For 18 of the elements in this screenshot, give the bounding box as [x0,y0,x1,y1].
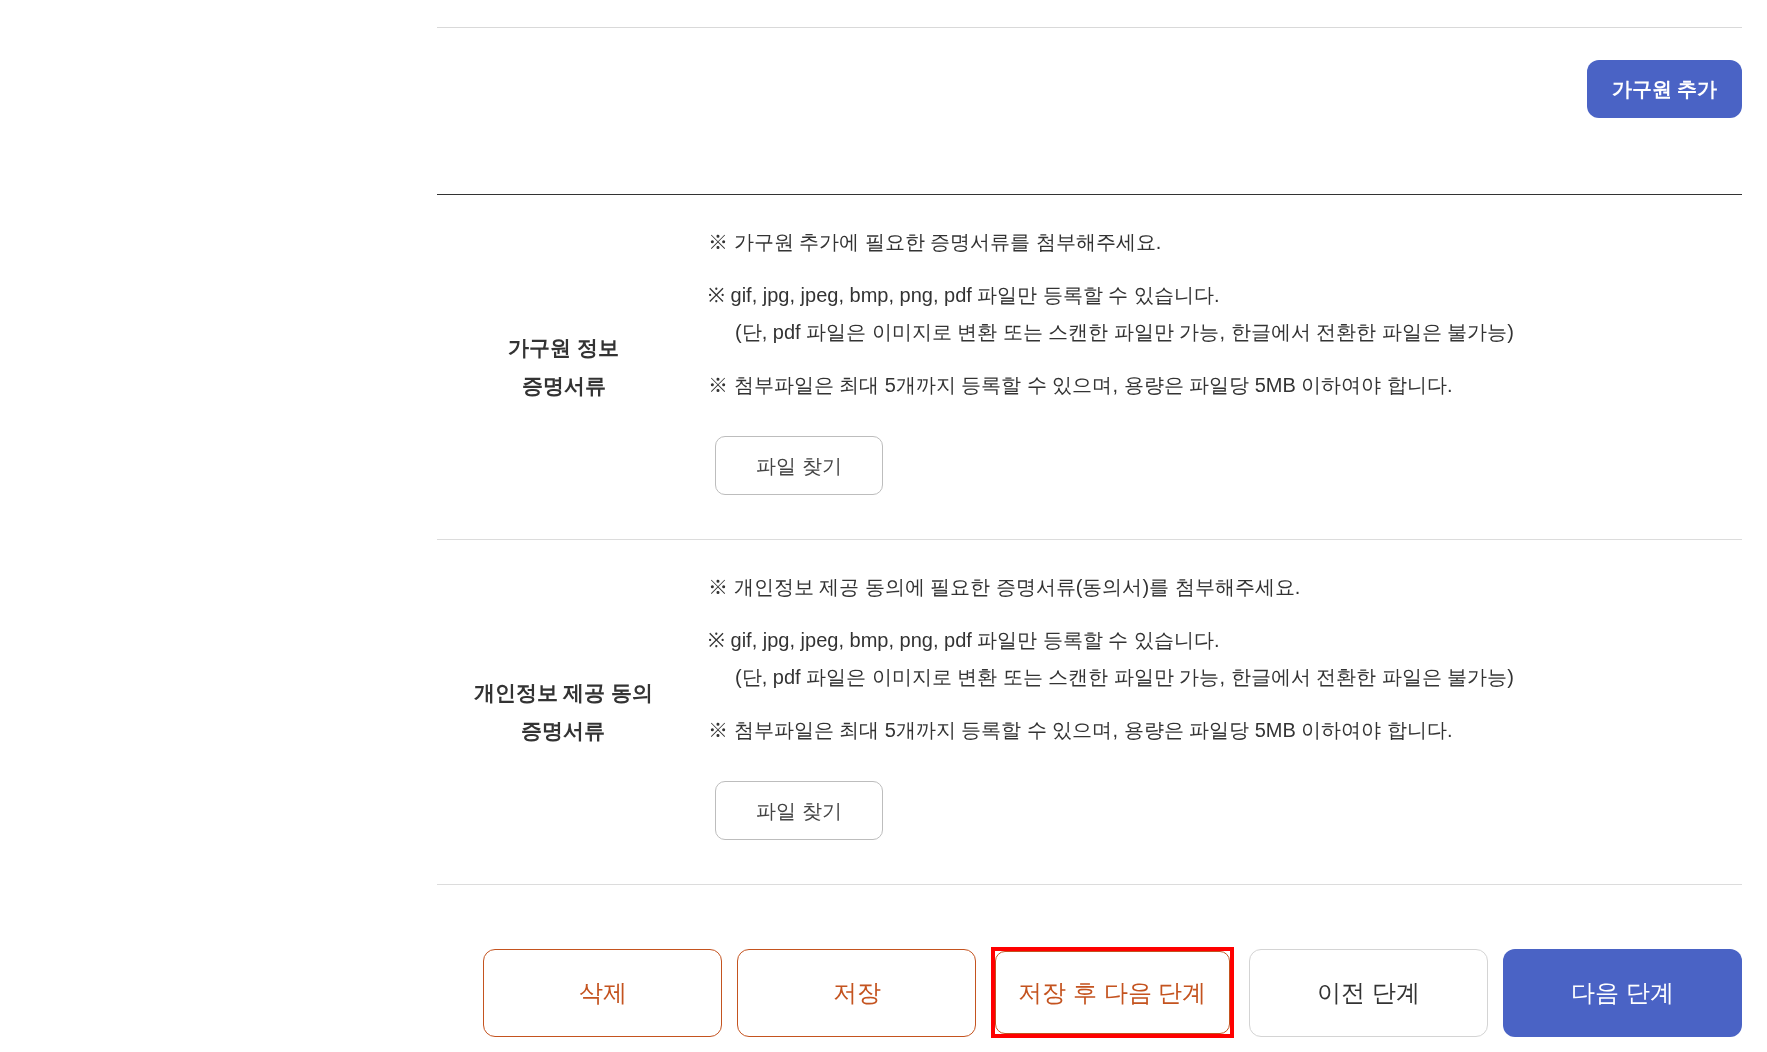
note-text: ※ gif, jpg, jpeg, bmp, png, pdf 파일만 등록할 수 있습니다. [708,628,1220,653]
note-text: ※ 첨부파일은 최대 5개까지 등록할 수 있으며, 용량은 파일당 5MB 이하여야 합니다. [708,718,1453,743]
find-file-button[interactable]: 파일 찾기 [715,781,883,840]
section-label: 개인정보 제공 동의 증명서류 [473,680,654,744]
note-text: ※ 개인정보 제공 동의에 필요한 증명서류(동의서)를 첨부해주세요. [708,575,1301,600]
note-text: ※ gif, jpg, jpeg, bmp, png, pdf 파일만 등록할 수 있습니다. [708,283,1220,308]
footer-button[interactable]: 저장 [737,948,976,1037]
note-text: ※ 첨부파일은 최대 5개까지 등록할 수 있으며, 용량은 파일당 5MB 이하여야 합니다. [708,373,1453,398]
note-detail: (단, pdf 파일은 이미지로 변환 또는 스캔한 파일만 가능, 한글에서 전환한 파일은 불가능) [734,665,1514,690]
find-file-button[interactable]: 파일 찾기 [715,436,883,495]
footer-button[interactable]: 다음 단계 [1503,948,1742,1037]
add-household-member-button[interactable]: 가구원 추가 [1587,60,1742,118]
section-label: 가구원 정보 증명서류 [508,335,619,399]
note-text: ※ 가구원 추가에 필요한 증명서류를 첨부해주세요. [708,230,1162,255]
note-detail: (단, pdf 파일은 이미지로 변환 또는 스캔한 파일만 가능, 한글에서 전환한 파일은 불가능) [734,320,1514,345]
footer-button[interactable]: 삭제 [483,948,722,1037]
save-and-next-button[interactable]: 저장 후 다음 단계 [995,951,1230,1034]
footer-button[interactable]: 이전 단계 [1249,948,1488,1037]
